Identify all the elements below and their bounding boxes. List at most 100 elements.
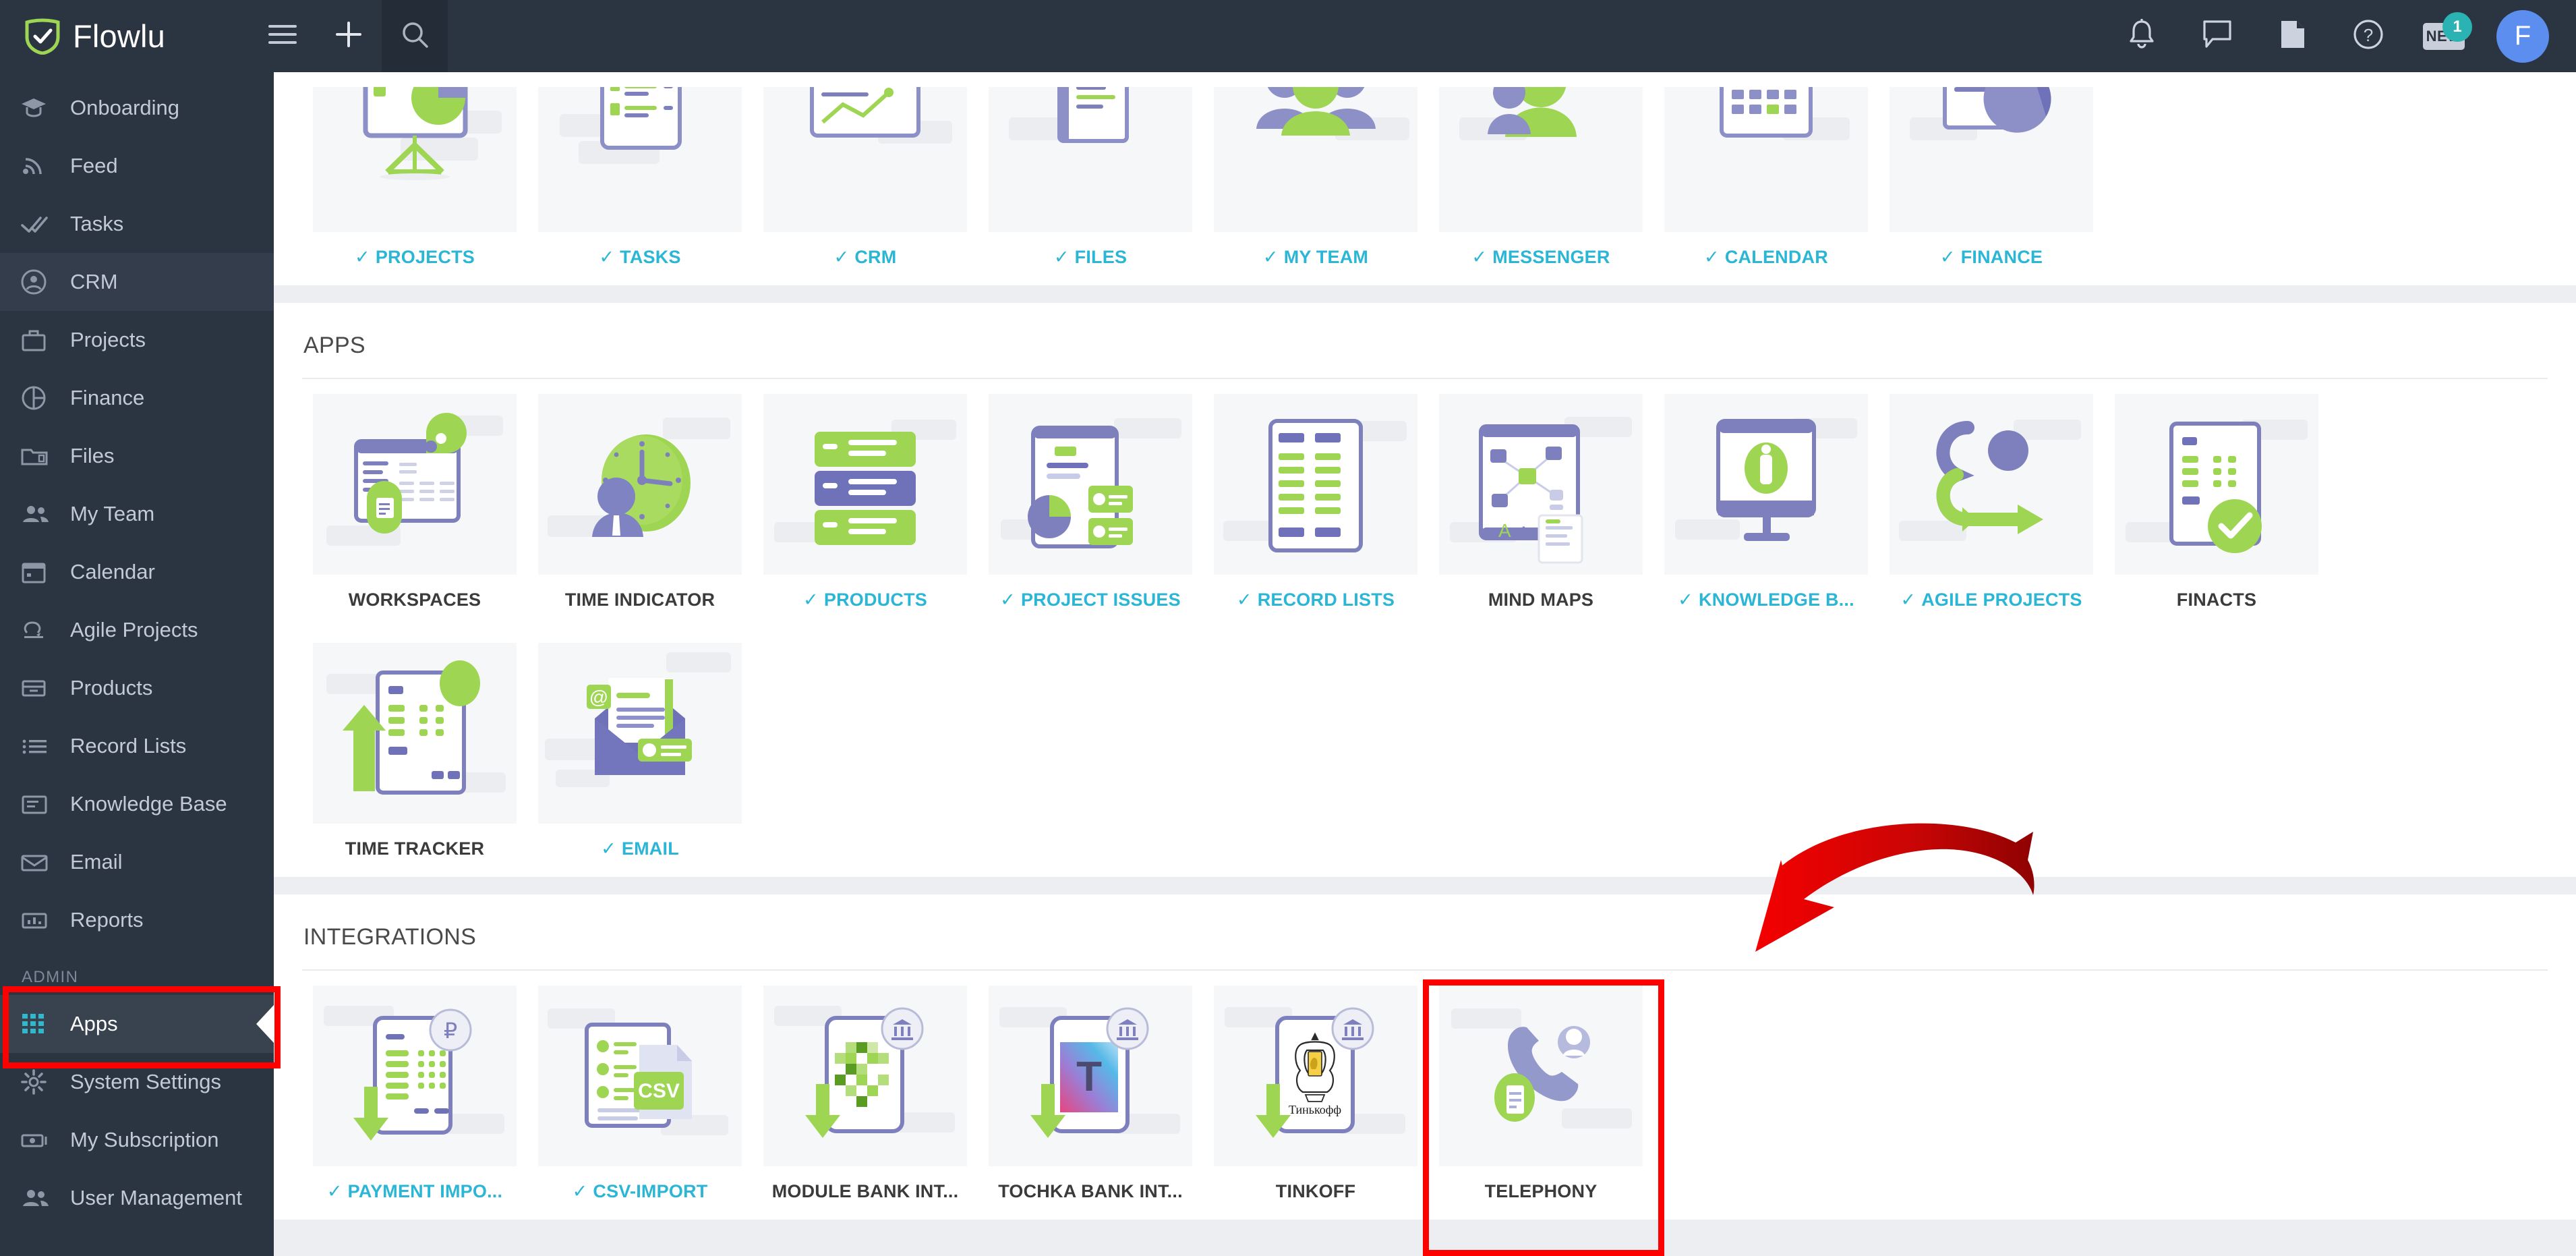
app-tile-finacts[interactable]: FINACTS [2104, 379, 2329, 628]
sidebar-item-label: Onboarding [70, 96, 180, 119]
module-label: ✓ PROJECTS [355, 247, 475, 267]
brand-logo[interactable]: Flowlu [0, 18, 250, 55]
app-tile-email[interactable]: @ ✓ EMAIL [527, 628, 753, 877]
whats-new-button[interactable]: NEW 1 [2406, 0, 2482, 72]
sidebar-item-user-management[interactable]: User Management [0, 1169, 274, 1227]
integration-label: ✓ CSV-IMPORT [572, 1181, 708, 1201]
sidebar-item-label: Reports [70, 908, 144, 932]
briefcase-icon [20, 326, 58, 353]
sidebar-item-agile-projects[interactable]: Agile Projects [0, 601, 274, 659]
hamburger-menu-button[interactable] [250, 0, 316, 72]
docs-button[interactable] [2255, 0, 2331, 72]
sidebar-item-onboarding[interactable]: Onboarding [0, 79, 274, 137]
sidebar-group-admin: ADMIN [22, 968, 79, 986]
app-tile-time-indicator[interactable]: TIME INDICATOR [527, 379, 753, 628]
bell-icon [2127, 18, 2157, 54]
integration-tile-module-bank[interactable]: MODULE BANK INT... [753, 971, 978, 1220]
integrations-section-title: INTEGRATIONS [303, 924, 477, 950]
avatar[interactable]: F [2496, 9, 2549, 63]
module-tile-tasks[interactable]: ✓ TASKS [527, 72, 753, 285]
sidebar-item-label: Record Lists [70, 734, 187, 758]
app-tile-project-issues[interactable]: ✓ PROJECT ISSUES [978, 379, 1203, 628]
module-tile-messenger[interactable]: ✓ MESSENGER [1428, 72, 1653, 285]
app-thumb-email: @ [538, 643, 742, 824]
search-button[interactable] [382, 0, 448, 72]
check-icon: ✓ [1262, 247, 1279, 267]
book-icon [20, 791, 58, 818]
app-tile-time-tracker[interactable]: TIME TRACKER [302, 628, 527, 877]
sidebar-item-label: CRM [70, 270, 118, 293]
app-tile-workspaces[interactable]: WORKSPACES [302, 379, 527, 628]
sidebar-item-my-team[interactable]: My Team [0, 485, 274, 543]
sidebar-item-label: Tasks [70, 212, 124, 235]
sidebar-item-knowledge-base[interactable]: Knowledge Base [0, 775, 274, 833]
banknote-icon [20, 1126, 58, 1153]
help-button[interactable]: ? [2331, 0, 2406, 72]
sidebar-item-email[interactable]: Email [0, 833, 274, 891]
module-tile-crm[interactable]: ✓ CRM [753, 72, 978, 285]
sidebar-item-label: Products [70, 676, 153, 700]
bar-chart-icon [20, 907, 58, 934]
integration-tile-csv-import[interactable]: CSV ✓ CSV-IMPORT [527, 971, 753, 1220]
modules-grid: ✓ PROJECTS ✓ TASKS ✓ CRM ✓ FILES ✓ MY TE… [302, 72, 2548, 285]
sidebar-item-reports[interactable]: Reports [0, 891, 274, 949]
apps-grid: WORKSPACES TIME INDICATOR ✓ PRODUCTS ✓ P… [302, 379, 2548, 877]
app-tile-knowledge-base[interactable]: ✓ KNOWLEDGE B... [1653, 379, 1879, 628]
app-tile-mind-maps[interactable]: A A MIND MAPS [1428, 379, 1653, 628]
app-label: ✓ PROJECT ISSUES [1000, 590, 1181, 610]
module-tile-calendar[interactable]: ✓ CALENDAR [1653, 72, 1879, 285]
sidebar-item-finance[interactable]: Finance [0, 369, 274, 427]
check-icon: ✓ [1900, 590, 1916, 610]
sidebar-item-my-subscription[interactable]: My Subscription [0, 1111, 274, 1169]
sidebar-item-products[interactable]: Products [0, 659, 274, 717]
folder-icon [20, 443, 58, 469]
sidebar-item-calendar[interactable]: Calendar [0, 543, 274, 601]
sidebar-item-files[interactable]: Files [0, 427, 274, 485]
svg-text:Тинькофф: Тинькофф [1289, 1103, 1341, 1116]
grid-apps-icon [20, 1011, 58, 1037]
gear-icon [20, 1068, 58, 1095]
integration-thumb-csv-import: CSV [538, 986, 742, 1166]
active-pointer-icon [256, 1005, 274, 1043]
module-thumb-my-team [1214, 87, 1417, 232]
sidebar-item-tasks[interactable]: Tasks [0, 195, 274, 253]
integration-thumb-tochka-bank: T [989, 986, 1192, 1166]
integration-thumb-payment-import: ₽ [313, 986, 517, 1166]
app-thumb-project-issues [989, 394, 1192, 575]
app-thumb-mind-maps: A A [1439, 394, 1643, 575]
app-tile-record-lists[interactable]: ✓ RECORD LISTS [1203, 379, 1428, 628]
agile-loop-icon [20, 617, 58, 644]
integration-tile-telephony[interactable]: TELEPHONY [1428, 971, 1653, 1220]
module-tile-projects[interactable]: ✓ PROJECTS [302, 72, 527, 285]
module-tile-files[interactable]: ✓ FILES [978, 72, 1203, 285]
app-label: ✓ EMAIL [601, 838, 679, 859]
integration-tile-tinkoff[interactable]: Тинькофф TINKOFF [1203, 971, 1428, 1220]
flowlu-apps-page: Flowlu ? NEW 1 F Onboarding Feed Tasks C… [0, 0, 2576, 1256]
sidebar-item-record-lists[interactable]: Record Lists [0, 717, 274, 775]
sidebar-item-projects[interactable]: Projects [0, 311, 274, 369]
integration-tile-tochka-bank[interactable]: T TOCHKA BANK INT... [978, 971, 1203, 1220]
hamburger-icon [267, 23, 298, 49]
module-tile-finance[interactable]: ✓ FINANCE [1879, 72, 2104, 285]
sidebar-item-label: Knowledge Base [70, 792, 227, 816]
sidebar-item-feed[interactable]: Feed [0, 137, 274, 195]
users-icon [20, 1184, 58, 1211]
integration-label: TINKOFF [1275, 1181, 1356, 1201]
box-icon [20, 675, 58, 702]
app-tile-products[interactable]: ✓ PRODUCTS [753, 379, 978, 628]
notifications-button[interactable] [2104, 0, 2179, 72]
sidebar-item-label: Finance [70, 386, 145, 409]
add-button[interactable] [316, 0, 382, 72]
module-tile-my-team[interactable]: ✓ MY TEAM [1203, 72, 1428, 285]
rss-icon [20, 152, 58, 179]
sidebar-item-system-settings[interactable]: System Settings [0, 1053, 274, 1111]
sidebar-item-label: Feed [70, 154, 118, 177]
check-icon: ✓ [803, 590, 819, 610]
modules-card: ✓ PROJECTS ✓ TASKS ✓ CRM ✓ FILES ✓ MY TE… [274, 72, 2576, 285]
app-thumb-time-indicator [538, 394, 742, 575]
sidebar-item-apps[interactable]: Apps [0, 995, 274, 1053]
sidebar-item-crm[interactable]: CRM [0, 253, 274, 311]
messages-button[interactable] [2179, 0, 2255, 72]
integration-tile-payment-import[interactable]: ₽ ✓ PAYMENT IMPO... [302, 971, 527, 1220]
app-tile-agile-projects[interactable]: ✓ AGILE PROJECTS [1879, 379, 2104, 628]
